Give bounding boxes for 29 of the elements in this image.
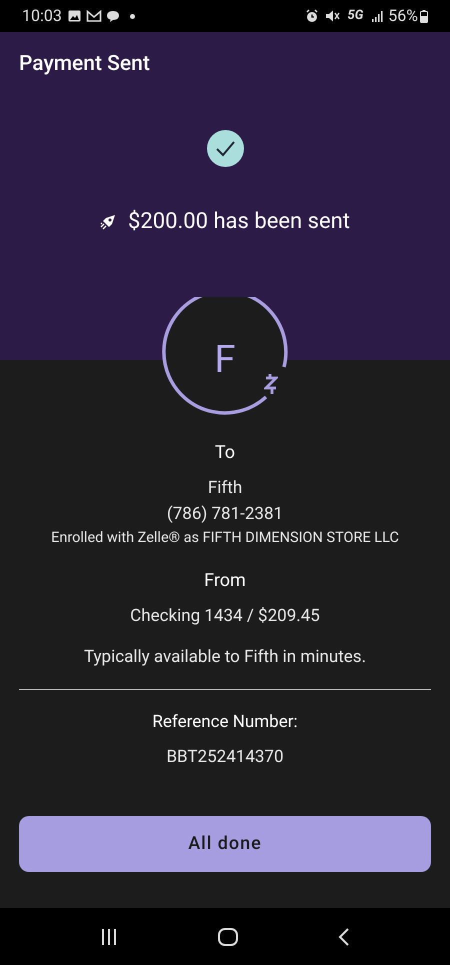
page-title: Payment Sent (18, 51, 151, 78)
clock: 10:03 (22, 5, 62, 27)
alarm-icon (305, 9, 320, 23)
battery-icon (420, 10, 428, 22)
check-icon (206, 130, 244, 167)
reference-number: BBT252414370 (166, 746, 284, 769)
signal-icon (371, 10, 384, 22)
chat-icon (106, 10, 120, 22)
from-account: Checking 1434 / $209.45 (130, 604, 320, 628)
rocket-icon (100, 214, 116, 230)
avatar-initial: F (214, 338, 236, 382)
recipient-phone: (786) 781-2381 (166, 502, 284, 526)
recipient-name: Fifth (208, 477, 242, 500)
to-label: To (214, 441, 236, 465)
home-icon[interactable] (218, 928, 238, 946)
zelle-icon (264, 373, 278, 395)
back-icon[interactable] (338, 926, 350, 946)
enrollment-text: Enrolled with Zelle® as FIFTH DIMENSION STORE LLC (51, 528, 399, 548)
sent-message: $200.00 has been sent (128, 208, 350, 236)
mute-icon (325, 9, 340, 23)
reference-label: Reference Number: (152, 710, 298, 734)
gallery-icon (68, 10, 81, 22)
network-label: 5G (347, 7, 364, 26)
battery-percent: 56% (388, 5, 418, 27)
from-label: From (204, 568, 246, 592)
recent-apps-icon[interactable] (100, 928, 118, 946)
mail-icon (86, 10, 102, 22)
done-button[interactable]: All done (19, 816, 431, 872)
availability-text: Typically available to Fifth in minutes. (84, 646, 366, 669)
